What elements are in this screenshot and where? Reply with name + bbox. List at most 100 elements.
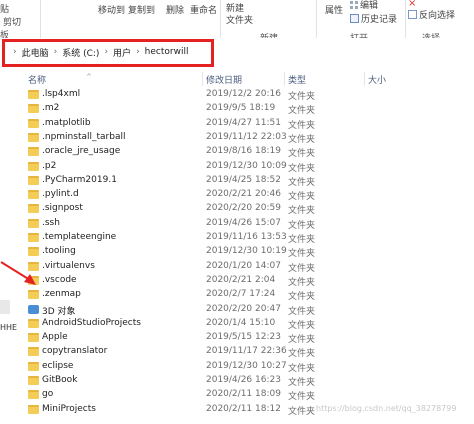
file-type: 文件夹	[288, 235, 316, 245]
file-name[interactable]: AndroidStudioProjects	[42, 318, 141, 328]
move-to-button[interactable]: 移动到	[98, 3, 125, 16]
file-name[interactable]: .tooling	[42, 246, 76, 256]
column-divider[interactable]	[364, 72, 365, 86]
file-modified-date: 2019/12/30 10:09	[206, 160, 287, 171]
file-name[interactable]: Apple	[42, 332, 68, 342]
file-modified-date: 2019/12/2 20:16	[206, 89, 281, 99]
paste-label-partial[interactable]: 贴	[0, 2, 9, 15]
column-date[interactable]: 修改日期	[206, 73, 242, 86]
file-row[interactable]: .lsp4xml 2019/12/2 20:16 文件夹	[26, 88, 474, 102]
file-type: 文件夹	[288, 292, 316, 303]
file-name[interactable]: MiniProjects	[42, 404, 96, 414]
file-type: 文件夹	[288, 378, 316, 388]
properties-button[interactable]: 属性	[325, 3, 343, 16]
file-row[interactable]: .PyCharm2019.1 2019/4/25 18:52 文件夹	[26, 174, 474, 188]
file-row[interactable]: go 2020/2/11 18:09 文件夹	[26, 388, 474, 402]
new-folder-button[interactable]: 新建 文件夹	[226, 3, 253, 27]
folder-icon	[28, 204, 39, 214]
file-name[interactable]: copytranslator	[42, 346, 107, 356]
column-divider[interactable]	[284, 72, 285, 86]
file-modified-date: 2020/2/20 20:47	[206, 303, 281, 314]
file-row[interactable]: .zenmap 2020/2/7 17:24 文件夹	[26, 288, 474, 302]
folder-icon	[28, 175, 39, 185]
ribbon-divider	[220, 0, 221, 38]
file-name[interactable]: .PyCharm2019.1	[42, 175, 117, 185]
file-type: 文件夹	[288, 263, 316, 274]
file-name[interactable]: .virtualenvs	[42, 261, 95, 271]
ribbon-divider	[316, 0, 317, 38]
file-row[interactable]: .vscode 2020/2/21 2:04 文件夹	[26, 274, 474, 288]
file-row[interactable]: eclipse 2019/12/30 10:27 文件夹	[26, 360, 474, 374]
file-name[interactable]: GitBook	[42, 375, 77, 385]
file-type: 文件夹	[288, 177, 316, 188]
file-name[interactable]: .npminstall_tarball	[42, 132, 125, 142]
file-type: 文件夹	[288, 220, 316, 231]
file-name[interactable]: .pylint.d	[42, 189, 79, 199]
file-row[interactable]: .pylint.d 2020/2/21 20:46 文件夹	[26, 188, 474, 202]
delete-button[interactable]: 删除	[166, 3, 184, 16]
file-name[interactable]: .matplotlib	[42, 118, 91, 128]
file-row[interactable]: Apple 2019/5/15 12:23 文件夹	[26, 331, 474, 345]
file-row[interactable]: .tooling 2019/12/30 10:19 文件夹	[26, 245, 474, 259]
folder-icon	[28, 90, 39, 99]
edit-button[interactable]: 编辑	[350, 0, 378, 11]
column-name[interactable]: 名称	[28, 73, 46, 86]
folder-icon	[28, 118, 39, 128]
invert-selection-button[interactable]: 反向选择	[408, 8, 455, 21]
file-row[interactable]: .oracle_jre_usage 2019/8/16 18:19 文件夹	[26, 145, 474, 159]
ribbon-divider	[405, 0, 406, 38]
file-modified-date: 2019/4/25 18:52	[206, 174, 281, 185]
folder-icon	[28, 218, 39, 228]
folder-icon	[28, 361, 39, 371]
column-type[interactable]: 类型	[288, 73, 306, 86]
file-row[interactable]: .templateengine 2019/11/16 13:53 文件夹	[26, 231, 474, 245]
file-row[interactable]: .p2 2019/12/30 10:09 文件夹	[26, 160, 474, 174]
file-modified-date: 2019/4/26 15:07	[206, 217, 281, 228]
column-divider[interactable]	[202, 72, 203, 86]
file-row[interactable]: 3D 对象 2020/2/20 20:47 文件夹	[26, 303, 474, 317]
file-name[interactable]: eclipse	[42, 361, 73, 371]
file-type: 文件夹	[288, 206, 316, 217]
file-name[interactable]: .oracle_jre_usage	[42, 146, 120, 156]
file-modified-date: 2019/11/12 22:03	[206, 131, 287, 142]
file-name[interactable]: .zenmap	[42, 289, 81, 299]
file-name[interactable]: .lsp4xml	[42, 89, 80, 99]
file-name[interactable]: go	[42, 389, 53, 399]
column-size[interactable]: 大小	[368, 73, 386, 86]
file-row[interactable]: .signpost 2020/2/20 20:59 文件夹	[26, 202, 474, 216]
file-row[interactable]: .ssh 2019/4/26 15:07 文件夹	[26, 217, 474, 231]
file-modified-date: 2019/12/30 10:19	[206, 246, 287, 257]
file-name[interactable]: .vscode	[42, 275, 77, 285]
file-row[interactable]: .m2 2019/9/5 18:19 文件夹	[26, 102, 474, 116]
file-row[interactable]: AndroidStudioProjects 2020/1/4 15:10 文件夹	[26, 317, 474, 331]
file-modified-date: 2019/9/5 18:19	[206, 103, 276, 114]
file-type: 文件夹	[288, 335, 316, 346]
file-name[interactable]: .p2	[42, 161, 56, 171]
copy-to-button[interactable]: 复制到	[128, 3, 155, 16]
cut-button[interactable]: 剪切	[3, 15, 21, 28]
file-row[interactable]: .matplotlib 2019/4/27 11:51 文件夹	[26, 117, 474, 131]
folder-icon	[28, 290, 39, 300]
file-modified-date: 2020/2/11 18:12	[206, 403, 281, 414]
file-name[interactable]: .templateengine	[42, 232, 116, 242]
file-row[interactable]: .virtualenvs 2020/1/20 14:07 文件夹	[26, 260, 474, 274]
file-name[interactable]: 3D 对象	[42, 304, 76, 317]
file-type: 文件夹	[288, 134, 316, 145]
file-row[interactable]: .npminstall_tarball 2019/11/12 22:03 文件夹	[26, 131, 474, 145]
file-name[interactable]: .ssh	[42, 218, 60, 228]
sort-ascending-icon: ^	[86, 73, 92, 81]
file-name[interactable]: .m2	[42, 103, 59, 113]
file-modified-date: 2019/4/26 16:23	[206, 375, 281, 385]
invert-selection-icon	[408, 10, 417, 19]
folder-icon	[28, 132, 39, 142]
folder-icon	[28, 404, 39, 414]
folder-icon	[28, 147, 39, 157]
file-modified-date: 2019/11/17 22:36	[206, 346, 287, 357]
history-button[interactable]: 历史记录	[350, 12, 397, 25]
rename-button[interactable]: 重命名	[190, 3, 217, 16]
file-row[interactable]: GitBook 2019/4/26 16:23 文件夹	[26, 374, 474, 388]
file-row[interactable]: copytranslator 2019/11/17 22:36 文件夹	[26, 345, 474, 359]
file-name[interactable]: .signpost	[42, 203, 83, 213]
folder-icon	[28, 190, 39, 200]
file-type: 文件夹	[288, 320, 316, 331]
